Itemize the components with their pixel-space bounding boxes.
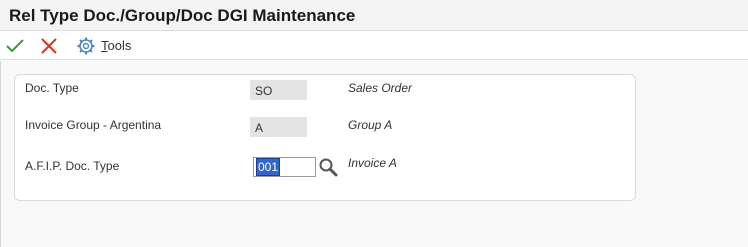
tools-label: Tools: [101, 38, 132, 53]
doc-type-field: SO: [250, 80, 307, 100]
ok-button[interactable]: [5, 37, 25, 55]
form-content-area: Doc. Type SO Sales Order Invoice Group -…: [0, 61, 748, 247]
doc-type-label: Doc. Type: [25, 81, 79, 95]
checkmark-icon: [6, 39, 24, 53]
invoice-group-description: Group A: [348, 118, 393, 132]
close-icon: [41, 38, 57, 54]
doc-type-description: Sales Order: [348, 81, 413, 95]
toolbar: Tools: [0, 32, 748, 60]
gear-icon: [77, 37, 95, 55]
search-icon: [319, 158, 338, 177]
afip-doc-type-value: 001: [256, 158, 281, 176]
form-panel: Doc. Type SO Sales Order Invoice Group -…: [14, 74, 636, 201]
invoice-group-label: Invoice Group - Argentina: [25, 118, 162, 132]
afip-doc-type-search-button[interactable]: [318, 157, 338, 177]
cancel-button[interactable]: [40, 37, 58, 55]
afip-doc-type-description: Invoice A: [348, 156, 397, 170]
tools-button[interactable]: Tools: [77, 37, 137, 55]
afip-doc-type-input[interactable]: 001: [253, 157, 316, 177]
invoice-group-field: A: [250, 117, 307, 137]
afip-doc-type-label: A.F.I.P. Doc. Type: [25, 159, 120, 173]
title-bar: Rel Type Doc./Group/Doc DGI Maintenance: [0, 0, 748, 31]
window-title: Rel Type Doc./Group/Doc DGI Maintenance: [9, 6, 356, 25]
